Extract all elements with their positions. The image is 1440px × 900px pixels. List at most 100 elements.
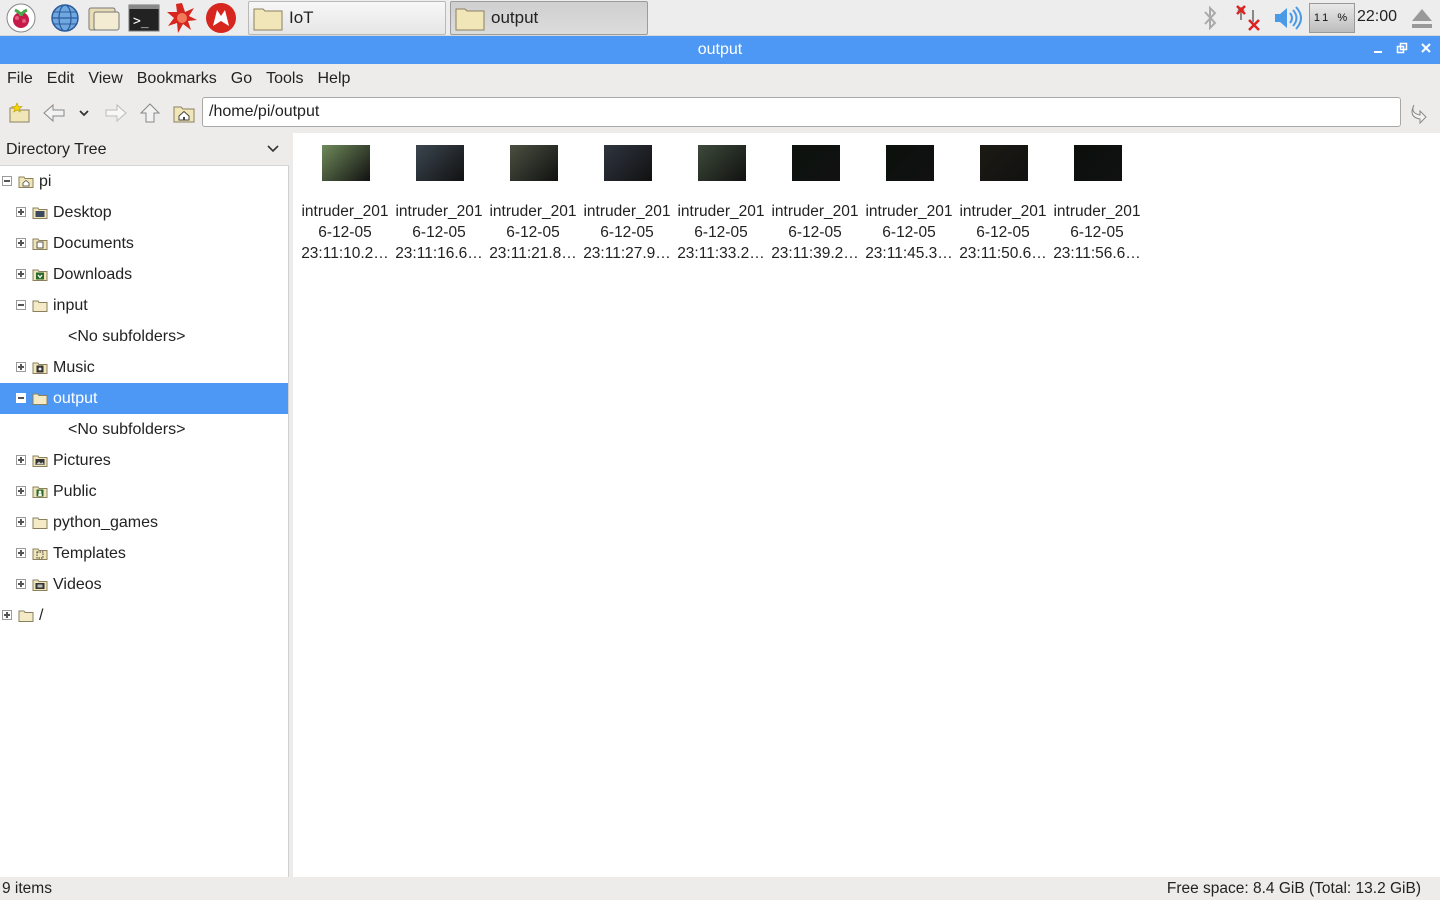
- minimize-button[interactable]: [1368, 40, 1388, 60]
- file-item[interactable]: intruder_201 6-12-05 23:11:27.9…: [580, 145, 674, 262]
- bluetooth-icon[interactable]: [1198, 2, 1222, 34]
- expand-toggle-icon[interactable]: [2, 610, 12, 620]
- collapse-toggle-icon[interactable]: [2, 176, 12, 186]
- file-item[interactable]: intruder_201 6-12-05 23:11:33.2…: [674, 145, 768, 262]
- file-name-line: 23:11:39.2…: [771, 245, 859, 262]
- tree-item-templates[interactable]: Templates: [0, 538, 288, 569]
- network-disconnected-icon[interactable]: [1234, 2, 1262, 34]
- side-pane-mode-selector[interactable]: Directory Tree: [0, 133, 289, 166]
- item-count: 9 items: [2, 880, 52, 897]
- menu-edit[interactable]: Edit: [40, 65, 82, 93]
- file-name-line: 6-12-05: [600, 224, 654, 241]
- window-title: output: [697, 41, 743, 58]
- taskbar: >_ IoT output 11 % 22:00: [0, 0, 1440, 36]
- expand-toggle-icon[interactable]: [16, 455, 26, 465]
- forward-button[interactable]: [102, 99, 130, 127]
- file-item[interactable]: intruder_201 6-12-05 23:11:21.8…: [486, 145, 580, 262]
- maximize-button[interactable]: [1392, 40, 1412, 60]
- eject-icon[interactable]: [1408, 2, 1436, 34]
- new-tab-button[interactable]: [6, 99, 34, 127]
- file-item[interactable]: intruder_201 6-12-05 23:11:39.2…: [768, 145, 862, 262]
- collapse-toggle-icon[interactable]: [16, 300, 26, 310]
- file-item[interactable]: intruder_201 6-12-05 23:11:45.3…: [862, 145, 956, 262]
- folder-icon: [32, 393, 48, 405]
- tree-item-documents[interactable]: Documents: [0, 228, 288, 259]
- expand-toggle-icon[interactable]: [16, 548, 26, 558]
- tree-item-pi[interactable]: pi: [0, 166, 288, 197]
- window-titlebar[interactable]: output: [0, 36, 1440, 64]
- back-button[interactable]: [40, 99, 68, 127]
- location-path: /home/pi/output: [209, 103, 320, 120]
- raspberry-menu-icon[interactable]: [4, 2, 38, 34]
- tree-item-output[interactable]: output: [0, 383, 288, 414]
- menu-tools[interactable]: Tools: [259, 65, 310, 93]
- mathematica-icon[interactable]: [165, 2, 199, 34]
- location-bar[interactable]: /home/pi/output: [202, 97, 1401, 127]
- file-item[interactable]: intruder_201 6-12-05 23:11:50.6…: [956, 145, 1050, 262]
- expand-toggle-icon[interactable]: [16, 486, 26, 496]
- up-arrow-icon: [139, 103, 161, 123]
- tree-item-music[interactable]: Music: [0, 352, 288, 383]
- file-name-line: 6-12-05: [976, 224, 1030, 241]
- file-name-line: 6-12-05: [1070, 224, 1124, 241]
- go-button[interactable]: [1406, 99, 1434, 127]
- task-button-iot[interactable]: IoT: [248, 1, 446, 35]
- expand-toggle-icon[interactable]: [16, 207, 26, 217]
- expand-toggle-icon[interactable]: [16, 238, 26, 248]
- menu-go[interactable]: Go: [224, 65, 259, 93]
- tree-item-label: Public: [53, 483, 97, 500]
- menu-help[interactable]: Help: [310, 65, 357, 93]
- terminal-icon[interactable]: >_: [127, 2, 161, 34]
- collapse-toggle-icon[interactable]: [16, 393, 26, 403]
- history-dropdown-button[interactable]: [72, 99, 96, 127]
- image-thumbnail: [416, 145, 464, 181]
- tree-item-label: Documents: [53, 235, 134, 252]
- file-manager-icon[interactable]: [87, 2, 121, 34]
- wolfram-icon[interactable]: [204, 2, 238, 34]
- pictures-folder-icon: [32, 455, 48, 467]
- tree-item-label: input: [53, 297, 88, 314]
- file-item[interactable]: intruder_201 6-12-05 23:11:56.6…: [1050, 145, 1144, 262]
- tree-item-input[interactable]: input: [0, 290, 288, 321]
- expand-toggle-icon[interactable]: [16, 362, 26, 372]
- task-button-output[interactable]: output: [450, 1, 648, 35]
- tree-item-python-games[interactable]: python_games: [0, 507, 288, 538]
- menu-view[interactable]: View: [81, 65, 129, 93]
- close-button[interactable]: [1416, 40, 1436, 60]
- cpu-monitor[interactable]: 11 %: [1309, 3, 1355, 33]
- tree-item-public[interactable]: Public: [0, 476, 288, 507]
- file-item[interactable]: intruder_201 6-12-05 23:11:10.2…: [298, 145, 392, 262]
- folder-icon: [32, 300, 48, 312]
- clock[interactable]: 22:00: [1357, 8, 1397, 26]
- file-name-line: 23:11:45.3…: [865, 245, 953, 262]
- menu-bookmarks[interactable]: Bookmarks: [130, 65, 224, 93]
- folder-icon: [32, 517, 48, 529]
- tree-item-root[interactable]: /: [0, 600, 288, 631]
- tree-item-desktop[interactable]: Desktop: [0, 197, 288, 228]
- file-name: intruder_201 6-12-05 23:11:16.6…: [392, 201, 486, 264]
- tree-item-label: <No subfolders>: [68, 328, 186, 345]
- file-name: intruder_201 6-12-05 23:11:27.9…: [580, 201, 674, 264]
- file-name-line: 6-12-05: [694, 224, 748, 241]
- task-label: output: [491, 8, 539, 27]
- file-name-line: intruder_201: [489, 203, 577, 220]
- expand-toggle-icon[interactable]: [16, 579, 26, 589]
- image-thumbnail: [886, 145, 934, 181]
- file-name-line: intruder_201: [301, 203, 389, 220]
- volume-icon[interactable]: [1270, 2, 1304, 34]
- expand-toggle-icon[interactable]: [16, 269, 26, 279]
- file-name-line: intruder_201: [583, 203, 671, 220]
- web-browser-icon[interactable]: [48, 2, 82, 34]
- home-button[interactable]: [170, 99, 198, 127]
- tree-item-label: Music: [53, 359, 95, 376]
- menu-file[interactable]: File: [0, 65, 40, 93]
- chevron-down-icon: [79, 110, 89, 117]
- up-button[interactable]: [136, 99, 164, 127]
- file-item[interactable]: intruder_201 6-12-05 23:11:16.6…: [392, 145, 486, 262]
- tree-item-pictures[interactable]: Pictures: [0, 445, 288, 476]
- tree-item-videos[interactable]: Videos: [0, 569, 288, 600]
- tree-item-downloads[interactable]: Downloads: [0, 259, 288, 290]
- expand-toggle-icon[interactable]: [16, 517, 26, 527]
- cpu-usage-label: 11 %: [1313, 12, 1351, 24]
- file-name-line: 6-12-05: [412, 224, 466, 241]
